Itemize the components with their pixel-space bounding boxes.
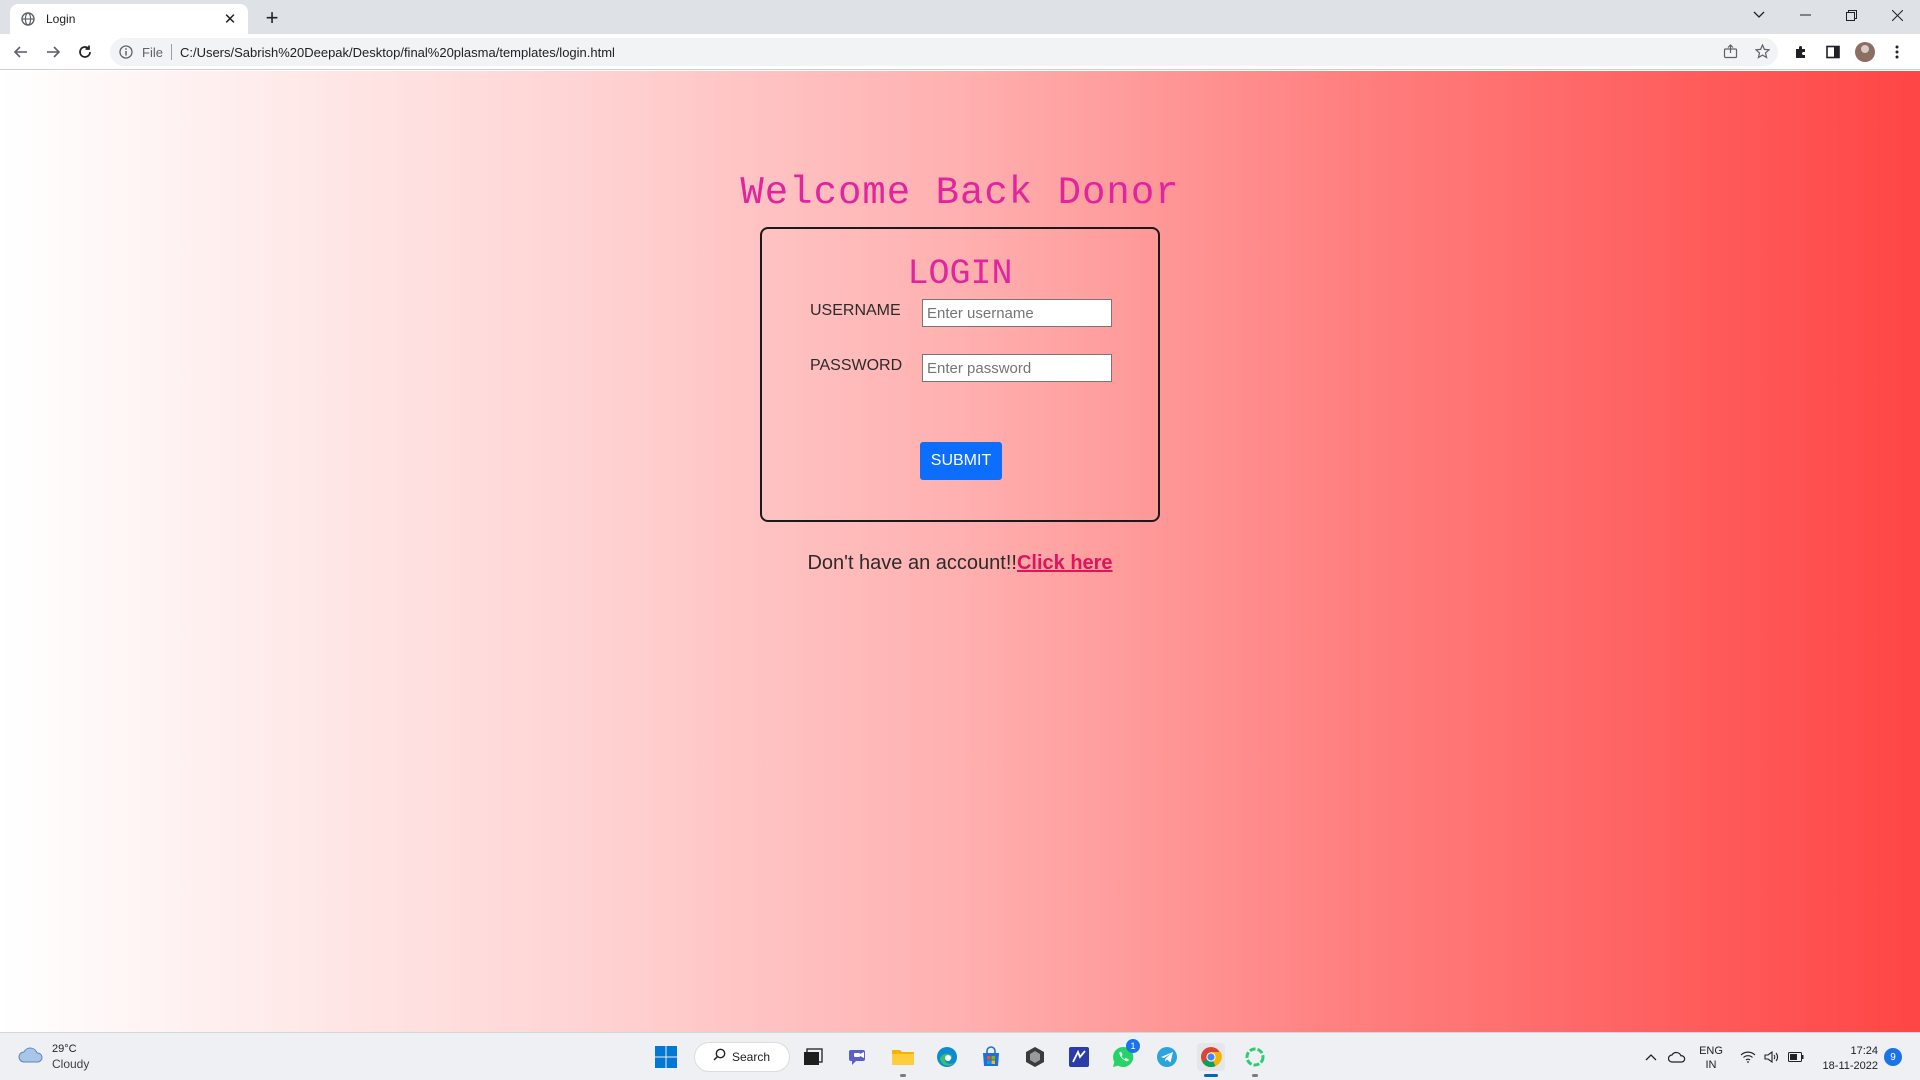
password-input[interactable]	[922, 354, 1112, 382]
taskbar-search-button[interactable]: Search	[694, 1042, 790, 1072]
username-label: USERNAME	[810, 302, 901, 319]
weather-widget[interactable]: 29°C Cloudy	[18, 1042, 89, 1072]
region-code: IN	[1705, 1059, 1717, 1071]
submit-button[interactable]: SUBMIT	[920, 442, 1002, 480]
unity-hub-icon[interactable]	[1021, 1043, 1049, 1071]
microsoft-store-icon[interactable]	[977, 1043, 1005, 1071]
close-tab-icon[interactable]: ✕	[222, 11, 238, 28]
close-window-icon[interactable]	[1874, 0, 1920, 30]
windows-start-icon[interactable]	[652, 1043, 680, 1071]
weather-condition: Cloudy	[52, 1057, 90, 1071]
task-view-icon[interactable]	[799, 1043, 827, 1071]
app-ring-icon[interactable]	[1241, 1043, 1269, 1077]
page-background: Welcome Back Donor LOGIN USERNAME PASSWO…	[0, 71, 1920, 1032]
weather-temperature: 29°C	[52, 1043, 77, 1055]
file-scheme-label: File	[142, 44, 163, 60]
active-indicator	[1204, 1074, 1218, 1077]
url-text[interactable]: C:/Users/Sabrish%20Deepak/Desktop/final%…	[180, 45, 615, 60]
signup-link[interactable]: Click here	[1017, 552, 1113, 574]
battery-icon[interactable]	[1786, 1047, 1806, 1067]
notification-count-badge[interactable]: 9	[1884, 1048, 1902, 1066]
input-language-indicator[interactable]: ENG IN	[1696, 1044, 1726, 1072]
restore-icon[interactable]	[1828, 0, 1874, 30]
notification-badge: 1	[1126, 1039, 1140, 1053]
tab-search-icon[interactable]	[1736, 0, 1782, 30]
info-icon[interactable]	[118, 44, 134, 60]
side-panel-icon[interactable]	[1821, 40, 1845, 64]
kebab-menu-icon[interactable]	[1885, 40, 1909, 64]
login-form-box: LOGIN USERNAME PASSWORD SUBMIT	[760, 227, 1160, 522]
omnibox-divider	[170, 44, 172, 60]
teams-chat-icon[interactable]	[845, 1043, 873, 1071]
volume-icon[interactable]	[1762, 1047, 1782, 1067]
avatar	[1855, 42, 1875, 62]
cloud-icon	[18, 1046, 44, 1069]
address-bar[interactable]: File C:/Users/Sabrish%20Deepak/Desktop/f…	[110, 38, 1778, 66]
telegram-icon[interactable]	[1153, 1043, 1181, 1071]
clock-date: 18-11-2022	[1822, 1060, 1878, 1072]
browser-tab[interactable]: Login ✕	[10, 4, 248, 34]
code-editor-icon[interactable]	[1065, 1043, 1093, 1071]
welcome-heading: Welcome Back Donor	[740, 171, 1180, 215]
puzzle-icon[interactable]	[1789, 40, 1813, 64]
chrome-icon[interactable]	[1197, 1043, 1225, 1077]
search-icon	[713, 1048, 726, 1066]
windows-taskbar: 29°C Cloudy Search 1 ENG IN 17:24 18-11-…	[0, 1032, 1920, 1080]
star-icon[interactable]	[1749, 38, 1775, 64]
search-label: Search	[732, 1050, 771, 1064]
new-tab-button[interactable]: +	[260, 6, 284, 30]
signup-prefix-text: Don't have an account!!	[807, 552, 1017, 574]
active-indicator	[1252, 1074, 1258, 1077]
globe-icon	[20, 11, 36, 27]
password-label: PASSWORD	[810, 357, 903, 374]
wifi-icon[interactable]	[1738, 1047, 1758, 1067]
chevron-up-icon[interactable]	[1642, 1047, 1660, 1067]
active-indicator	[900, 1074, 906, 1077]
taskbar-clock[interactable]: 17:24 18-11-2022	[1812, 1044, 1878, 1074]
edge-browser-icon[interactable]	[933, 1043, 961, 1071]
reload-icon[interactable]	[73, 40, 97, 64]
forward-arrow-icon[interactable]	[41, 40, 65, 64]
tab-title: Login	[46, 12, 76, 26]
username-input[interactable]	[922, 299, 1112, 327]
back-arrow-icon[interactable]	[9, 40, 33, 64]
whatsapp-icon[interactable]: 1	[1109, 1039, 1140, 1071]
login-title: LOGIN	[907, 254, 1013, 294]
signup-prompt: Don't have an account!!Click here	[0, 552, 1920, 575]
file-explorer-icon[interactable]	[889, 1043, 917, 1077]
browser-toolbar: File C:/Users/Sabrish%20Deepak/Desktop/f…	[0, 34, 1920, 70]
clock-time: 17:24	[1850, 1045, 1878, 1057]
browser-tab-strip: Login ✕ +	[0, 0, 1920, 34]
onedrive-cloud-icon[interactable]	[1666, 1047, 1688, 1067]
share-icon[interactable]	[1717, 38, 1743, 64]
language-code: ENG	[1699, 1045, 1723, 1057]
minimize-icon[interactable]	[1782, 0, 1828, 30]
profile-avatar[interactable]	[1853, 40, 1877, 64]
